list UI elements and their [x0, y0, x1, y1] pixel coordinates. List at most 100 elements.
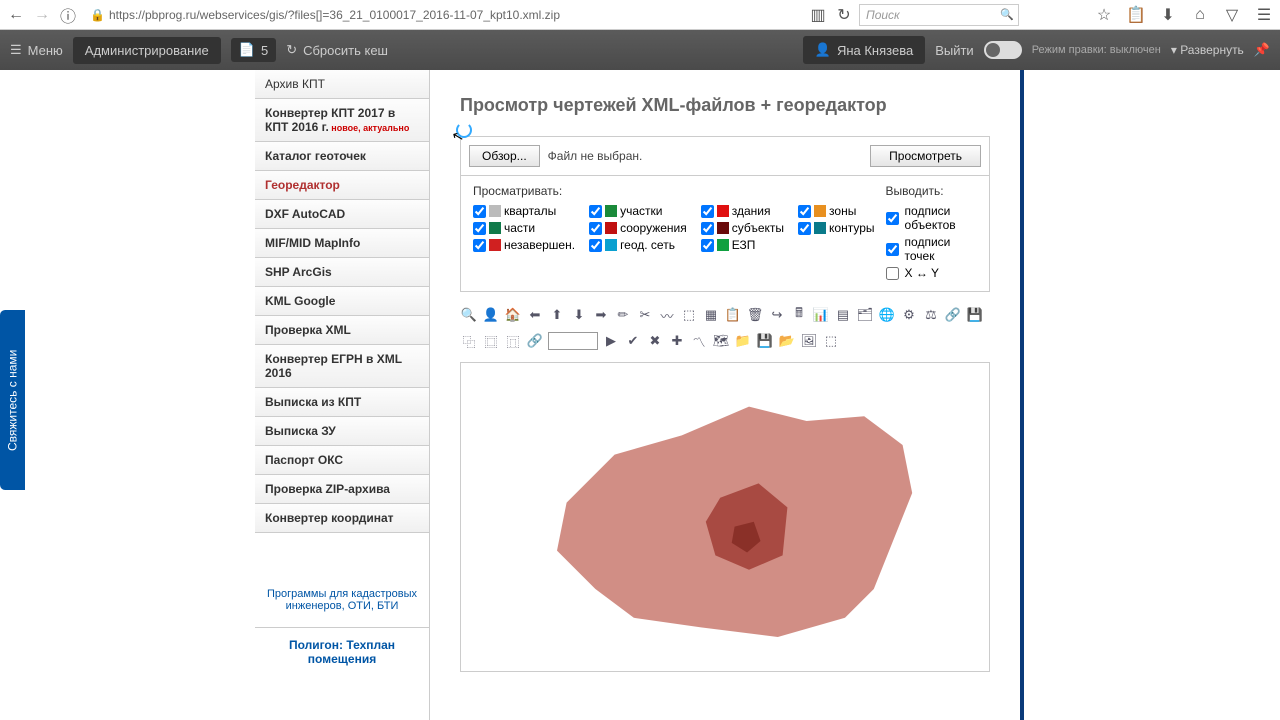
output-1[interactable]: подписи точек — [886, 235, 977, 263]
output-2[interactable]: X ↔ Y — [886, 266, 977, 280]
clipboard-icon[interactable]: 📋 — [1125, 4, 1147, 26]
tool-icon-2[interactable]: 🏠 — [504, 306, 522, 324]
back-icon[interactable]: ← — [5, 4, 27, 26]
layer-участки[interactable]: участки — [589, 204, 687, 218]
sidebar-item-2[interactable]: Каталог геоточек — [255, 142, 429, 171]
tool-icon-4[interactable]: ⬆ — [548, 306, 566, 324]
tool2-icon-0[interactable]: ⿻ — [460, 332, 478, 350]
tool-icon-10[interactable]: ⬚ — [680, 306, 698, 324]
sidebar-item-6[interactable]: SHP ArcGis — [255, 258, 429, 287]
tool-icon-12[interactable]: 📋 — [724, 306, 742, 324]
tool3-icon-8[interactable]: 📂 — [778, 332, 796, 350]
download-icon[interactable]: ⬇ — [1157, 4, 1179, 26]
home-icon[interactable]: ⌂ — [1189, 4, 1211, 26]
layer-кварталы[interactable]: кварталы — [473, 204, 575, 218]
view-button[interactable]: Просмотреть — [870, 145, 981, 167]
sidebar-item-12[interactable]: Паспорт ОКС — [255, 446, 429, 475]
forward-icon[interactable]: → — [31, 4, 53, 26]
contact-tab[interactable]: Свяжитесь с нами — [0, 310, 25, 490]
reader-icon[interactable]: ▥ — [807, 4, 829, 26]
view-header: Просматривать: — [473, 184, 875, 198]
star-icon[interactable]: ☆ — [1093, 4, 1115, 26]
tool3-icon-1[interactable]: ✔ — [624, 332, 642, 350]
menu-icon[interactable]: ☰ — [1253, 4, 1275, 26]
notification-badge[interactable]: 📄5 — [231, 38, 276, 62]
layer-сооружения[interactable]: сооружения — [589, 221, 687, 235]
pin-icon[interactable]: 📌 — [1254, 42, 1270, 58]
tool-icon-22[interactable]: 🔗 — [944, 306, 962, 324]
tool-icon-21[interactable]: ⚖ — [922, 306, 940, 324]
reload-icon[interactable]: ↻ — [833, 4, 855, 26]
sidebar-item-0[interactable]: Архив КПТ — [255, 70, 429, 99]
sidebar-item-11[interactable]: Выписка ЗУ — [255, 417, 429, 446]
tool3-icon-4[interactable]: 〽 — [690, 332, 708, 350]
layer-геод. сеть[interactable]: геод. сеть — [589, 238, 687, 252]
admin-button[interactable]: Администрирование — [73, 37, 221, 64]
tool-icon-17[interactable]: ▤ — [834, 306, 852, 324]
layer-незавершен.[interactable]: незавершен. — [473, 238, 575, 252]
tool-icon-9[interactable]: 〰 — [658, 306, 676, 324]
sidebar-item-8[interactable]: Проверка XML — [255, 316, 429, 345]
map-canvas[interactable] — [460, 362, 990, 672]
layer-контуры[interactable]: контуры — [798, 221, 874, 235]
sidebar-item-10[interactable]: Выписка из КПТ — [255, 388, 429, 417]
tool-icon-23[interactable]: 💾 — [966, 306, 984, 324]
tool-icon-1[interactable]: 👤 — [482, 306, 500, 324]
tool3-icon-10[interactable]: ⬚ — [822, 332, 840, 350]
tool-icon-19[interactable]: 🌐 — [878, 306, 896, 324]
output-0[interactable]: подписи объектов — [886, 204, 977, 232]
tool-icon-16[interactable]: 📊 — [812, 306, 830, 324]
tool3-icon-0[interactable]: ▶ — [602, 332, 620, 350]
tool3-icon-6[interactable]: 📁 — [734, 332, 752, 350]
browse-button[interactable]: Обзор... — [469, 145, 540, 167]
layer-ЕЗП[interactable]: ЕЗП — [701, 238, 784, 252]
search-input[interactable]: Поиск — [859, 4, 1019, 26]
tool-icon-11[interactable]: ▦ — [702, 306, 720, 324]
tool2-icon-2[interactable]: ⿵ — [504, 332, 522, 350]
main-content: Просмотр чертежей XML-файлов + георедакт… — [430, 70, 1020, 720]
layer-зоны[interactable]: зоны — [798, 204, 874, 218]
edit-mode-label: Режим правки: выключен — [1032, 44, 1161, 56]
layer-части[interactable]: части — [473, 221, 575, 235]
expand-button[interactable]: ▾ Развернуть — [1171, 43, 1244, 57]
tool-icon-15[interactable]: 🖩 — [790, 306, 808, 324]
tool-icon-20[interactable]: ⚙ — [900, 306, 918, 324]
tool-icon-7[interactable]: ✏ — [614, 306, 632, 324]
tool-icon-14[interactable]: ↪ — [768, 306, 786, 324]
tool3-icon-2[interactable]: ✖ — [646, 332, 664, 350]
sidebar-item-5[interactable]: MIF/MID MapInfo — [255, 229, 429, 258]
tool-icon-5[interactable]: ⬇ — [570, 306, 588, 324]
sidebar-item-1[interactable]: Конвертер КПТ 2017 в КПТ 2016 г. новое, … — [255, 99, 429, 142]
tool3-icon-7[interactable]: 💾 — [756, 332, 774, 350]
edit-mode-toggle[interactable] — [984, 41, 1022, 59]
tool-icon-0[interactable]: 🔍 — [460, 306, 478, 324]
info-icon[interactable]: ⓘ — [57, 4, 79, 26]
tool-icon-13[interactable]: 🗑 — [746, 306, 764, 324]
tool3-icon-5[interactable]: 🗺 — [712, 332, 730, 350]
sidebar-item-3[interactable]: Георедактор — [255, 171, 429, 200]
pocket-icon[interactable]: ▽ — [1221, 4, 1243, 26]
tool2-icon-1[interactable]: ⿴ — [482, 332, 500, 350]
sidebar-item-9[interactable]: Конвертер ЕГРН в XML 2016 — [255, 345, 429, 388]
sidebar-item-14[interactable]: Конвертер координат — [255, 504, 429, 533]
tool2-icon-3[interactable]: 🔗 — [526, 332, 544, 350]
tool-icon-6[interactable]: ➡ — [592, 306, 610, 324]
promo-link-2[interactable]: Полигон: Техплан помещения — [255, 627, 429, 676]
reset-cache-button[interactable]: ↻Сбросить кеш — [286, 42, 388, 58]
url-bar[interactable]: 🔒 https://pbprog.ru/webservices/gis/?fil… — [83, 4, 803, 26]
user-button[interactable]: 👤Яна Князева — [803, 36, 925, 64]
tool3-icon-3[interactable]: ✚ — [668, 332, 686, 350]
logout-button[interactable]: Выйти — [935, 43, 974, 58]
tool3-icon-9[interactable]: 🖼 — [800, 332, 818, 350]
tool-input[interactable] — [548, 332, 598, 350]
tool-icon-8[interactable]: ✂ — [636, 306, 654, 324]
sidebar-item-13[interactable]: Проверка ZIP-архива — [255, 475, 429, 504]
layer-здания[interactable]: здания — [701, 204, 784, 218]
layer-субъекты[interactable]: субъекты — [701, 221, 784, 235]
sidebar-item-4[interactable]: DXF AutoCAD — [255, 200, 429, 229]
menu-button[interactable]: ☰Меню — [10, 42, 63, 58]
tool-icon-18[interactable]: 🗂 — [856, 306, 874, 324]
promo-link-1[interactable]: Программы для кадастровых инженеров, ОТИ… — [255, 573, 429, 627]
tool-icon-3[interactable]: ⬅ — [526, 306, 544, 324]
sidebar-item-7[interactable]: KML Google — [255, 287, 429, 316]
